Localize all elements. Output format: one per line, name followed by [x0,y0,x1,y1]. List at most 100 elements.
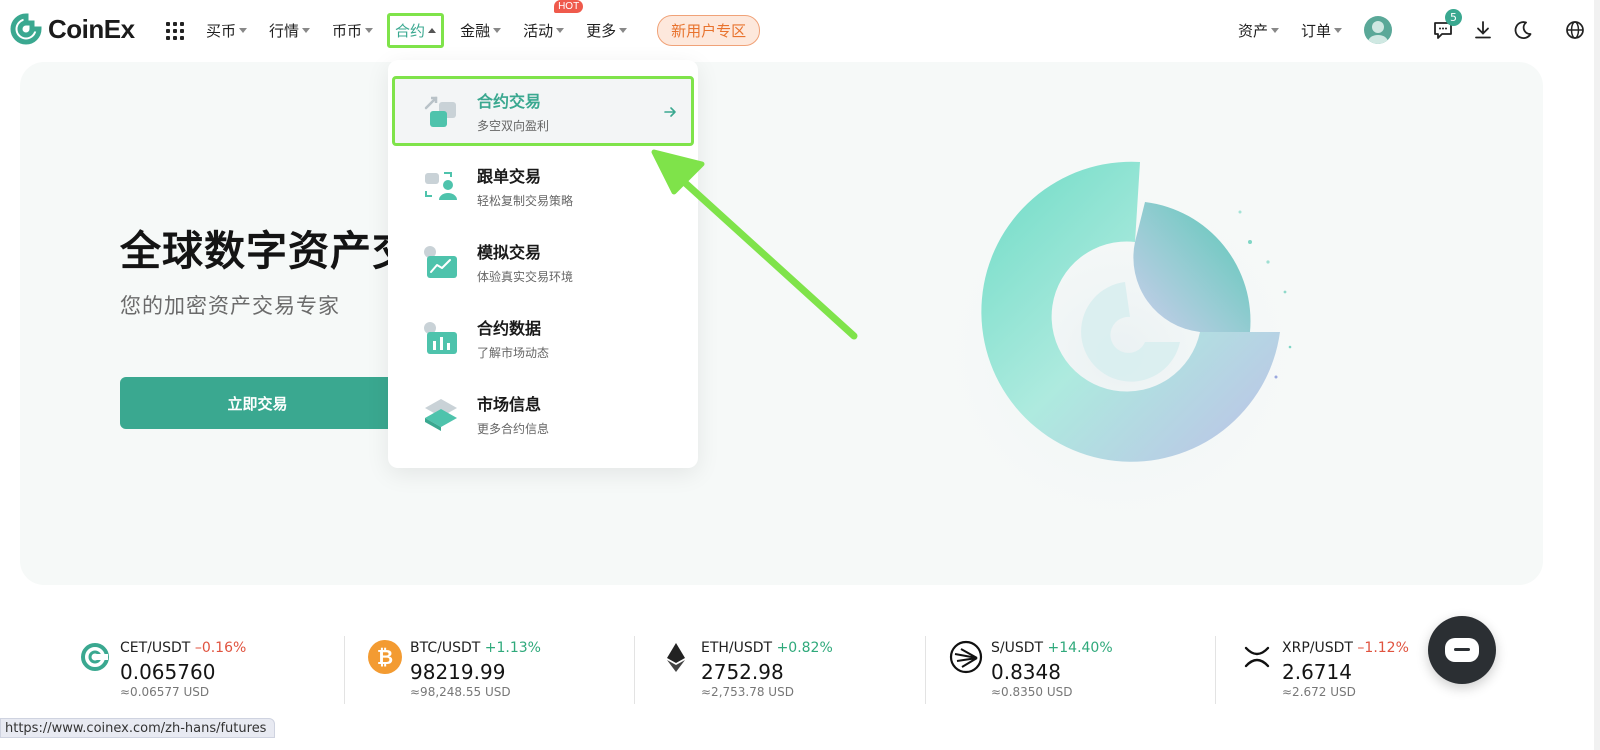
globe-icon [1566,21,1584,39]
logo-text: CoinEx [48,13,135,44]
support-chat-button[interactable] [1428,616,1496,684]
coinex-logo-icon [10,13,42,45]
menu-item-futures-data[interactable]: 合约数据 了解市场动态 [392,302,694,374]
download-button[interactable] [1472,19,1494,41]
menu-item-text: 市场信息 更多合约信息 [477,391,549,437]
menu-item-subtitle: 体验真实交易环境 [477,270,574,284]
coinex-logo[interactable]: CoinEx [10,13,135,45]
ticker-price: 98219.99 [410,660,506,684]
caret-down-icon [1270,27,1279,33]
message-count-badge: 5 [1445,9,1462,26]
caret-down-icon [302,27,311,33]
menu-item-subtitle: 了解市场动态 [477,346,550,360]
futures-dropdown-menu: 合约交易 多空双向盈利 跟单交易 轻松复制交易策略 模拟交易 体验真实交易环境 … [388,60,698,468]
menu-item-title: 市场信息 [477,395,542,414]
menu-item-subtitle: 多空双向盈利 [477,119,550,133]
nav-assets[interactable]: 资产 [1238,20,1279,41]
menu-item-demo-trade[interactable]: 模拟交易 体验真实交易环境 [392,226,694,298]
nav-label: 买币 [206,21,237,40]
menu-item-text: 合约交易 多空双向盈利 [477,88,549,134]
caret-down-icon [556,27,565,33]
menu-item-title: 模拟交易 [477,243,542,262]
nav-label: 金融 [460,21,491,40]
ticker-usd: ≈0.8350 USD [991,685,1073,699]
nav-orders[interactable]: 订单 [1301,20,1342,41]
main-menu: 买币 行情 币币 合约 金融 活动 HOT 更多 新用户专区 [206,0,761,60]
nav-label: 活动 [523,21,554,40]
ticker-usd: ≈0.06577 USD [120,685,210,699]
nav-spot[interactable]: 币币 [332,20,374,41]
trade-now-button[interactable]: 立即交易 [120,377,395,429]
coinex-3d-logo-illustration [950,161,1305,512]
ticker-usd: ≈2.672 USD [1282,685,1356,699]
status-bar-url: https://www.coinex.com/zh-hans/futures [0,718,276,738]
theme-toggle-button[interactable] [1512,19,1534,41]
ticker-price: 2752.98 [701,660,784,684]
ticker-change: +14.40% [1047,640,1113,656]
hero-title: 全球数字资产交 [120,227,414,275]
nav-more[interactable]: 更多 [586,20,628,41]
menu-item-subtitle: 更多合约信息 [477,422,550,436]
nav-buy-crypto[interactable]: 买币 [206,20,248,41]
ticker-change: +1.13% [484,640,541,656]
nav-label: 订单 [1300,21,1331,40]
nav-label: 资产 [1237,21,1268,40]
ticker-pair: S/USDT +14.40% [991,640,1113,656]
nav-label: 币币 [332,21,363,40]
chat-icon [1445,638,1479,662]
divider [634,636,635,704]
download-icon [1475,21,1491,39]
menu-item-subtitle: 轻松复制交易策略 [477,194,574,208]
nav-label: 合约 [395,21,426,40]
right-nav: 资产 订单 5 [1238,0,1600,60]
menu-item-copy-trade[interactable]: 跟单交易 轻松复制交易策略 [392,150,694,222]
sonic-coin-icon [949,640,983,674]
nav-label: 行情 [269,21,300,40]
caret-down-icon [493,27,502,33]
top-nav: CoinEx 买币 行情 币币 合约 金融 活动 HOT 更多 新用户专区 资产… [0,0,1600,60]
ticker-change: –0.16% [194,640,247,656]
menu-item-market-info[interactable]: 市场信息 更多合约信息 [392,378,694,450]
menu-item-futures-trade[interactable]: 合约交易 多空双向盈利 [392,76,694,146]
menu-item-text: 模拟交易 体验真实交易环境 [477,239,573,285]
ticker-pair: ETH/USDT +0.82% [701,640,833,656]
caret-up-icon [428,27,437,33]
caret-down-icon [1334,27,1342,33]
hero-subtitle: 您的加密资产交易专家 [120,294,340,318]
nav-activities[interactable]: 活动 HOT [523,0,584,41]
hero-banner: 全球数字资产交 您的加密资产交易专家 立即交易 [20,62,1543,585]
menu-item-title: 合约交易 [477,92,542,111]
ticker-pair: BTC/USDT +1.13% [410,640,541,656]
market-info-icon [425,399,457,431]
svg-text:₿: ₿ [377,645,393,669]
menu-item-text: 跟单交易 轻松复制交易策略 [477,163,573,209]
nav-futures[interactable]: 合约 [387,12,445,48]
language-button[interactable] [1564,19,1586,41]
divider [1215,636,1216,704]
divider [925,636,926,704]
menu-item-title: 合约数据 [477,319,542,338]
messages-button[interactable]: 5 [1432,9,1462,41]
nav-finance[interactable]: 金融 [460,20,502,41]
scrollbar[interactable] [1594,0,1600,750]
apps-grid-icon[interactable] [166,22,184,40]
futures-trade-icon [424,96,456,127]
divider [344,636,345,704]
ticker-price: 0.065760 [120,660,216,684]
futures-data-icon [424,322,457,354]
ticker-price: 2.6714 [1282,660,1352,684]
nav-markets[interactable]: 行情 [269,20,311,41]
menu-item-text: 合约数据 了解市场动态 [477,315,549,361]
eth-coin-icon [667,643,685,672]
arrow-right-icon [664,107,676,117]
caret-down-icon [239,27,248,33]
new-user-zone-button[interactable]: 新用户专区 [657,14,761,46]
copy-trade-icon [425,172,457,200]
xrp-coin-icon [1244,646,1270,668]
caret-down-icon [619,27,628,33]
avatar[interactable] [1364,16,1392,44]
btc-coin-icon: ₿ [368,640,402,674]
cet-coin-icon [81,643,109,671]
menu-item-title: 跟单交易 [477,167,542,186]
ticker-change: +0.82% [776,640,833,656]
